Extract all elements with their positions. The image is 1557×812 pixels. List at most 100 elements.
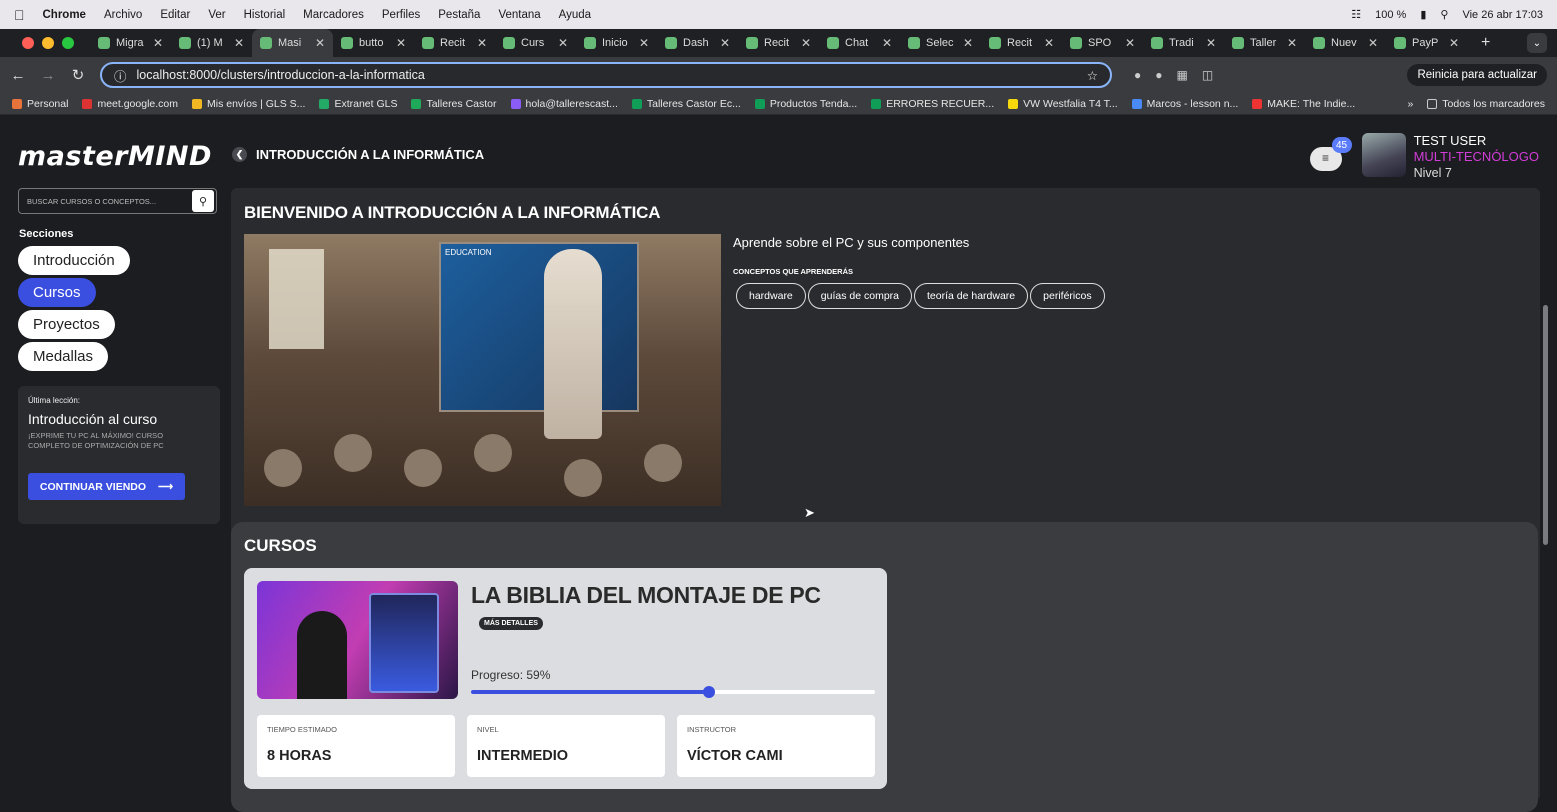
browser-tab[interactable]: Dash ✕	[657, 29, 738, 57]
close-tab-icon[interactable]: ✕	[639, 36, 649, 50]
close-tab-icon[interactable]: ✕	[1368, 36, 1378, 50]
url-text[interactable]: localhost:8000/clusters/introduccion-a-l…	[137, 68, 1077, 82]
menu-marcadores[interactable]: Marcadores	[303, 9, 364, 21]
tag-guias-de-compra[interactable]: guías de compra	[807, 283, 912, 309]
bookmark-item[interactable]: Mis envíos | GLS S...	[192, 98, 305, 110]
menu-app[interactable]: Chrome	[43, 9, 86, 21]
browser-tab[interactable]: Selec ✕	[900, 29, 981, 57]
minimize-window-button[interactable]	[42, 37, 54, 49]
course-card[interactable]: LA BIBLIA DEL MONTAJE DE PC MÁS DETALLES…	[244, 568, 887, 789]
section-introduccion[interactable]: Introducción	[18, 246, 130, 275]
url-field[interactable]: ⓘ localhost:8000/clusters/introduccion-a…	[100, 62, 1112, 88]
zoom-window-button[interactable]	[62, 37, 74, 49]
menu-historial[interactable]: Historial	[244, 9, 286, 21]
bookmarks-overflow-icon[interactable]: »	[1407, 98, 1413, 110]
close-tab-icon[interactable]: ✕	[234, 36, 244, 50]
more-details-button[interactable]: MÁS DETALLES	[479, 617, 543, 630]
browser-tab[interactable]: (1) M ✕	[171, 29, 252, 57]
close-window-button[interactable]	[22, 37, 34, 49]
battery-icon[interactable]: ▮	[1420, 8, 1426, 21]
menu-ventana[interactable]: Ventana	[498, 9, 540, 21]
bookmark-item[interactable]: Personal	[12, 98, 68, 110]
close-tab-icon[interactable]: ✕	[315, 36, 325, 50]
close-tab-icon[interactable]: ✕	[1206, 36, 1216, 50]
scrollbar[interactable]	[1543, 305, 1548, 545]
browser-tab[interactable]: Chat ✕	[819, 29, 900, 57]
browser-tab[interactable]: Migra ✕	[90, 29, 171, 57]
close-tab-icon[interactable]: ✕	[1287, 36, 1297, 50]
menu-ver[interactable]: Ver	[208, 9, 225, 21]
close-tab-icon[interactable]: ✕	[882, 36, 892, 50]
close-tab-icon[interactable]: ✕	[558, 36, 568, 50]
course-thumbnail[interactable]	[257, 581, 458, 699]
browser-tab[interactable]: Inicio ✕	[576, 29, 657, 57]
browser-tab[interactable]: PayP ✕	[1386, 29, 1467, 57]
site-info-icon[interactable]: ⓘ	[114, 66, 127, 85]
section-medallas[interactable]: Medallas	[18, 342, 109, 371]
bookmark-item[interactable]: hola@tallerescast...	[510, 98, 618, 110]
close-tab-icon[interactable]: ✕	[1125, 36, 1135, 50]
extension-icon[interactable]: ●	[1134, 68, 1141, 82]
close-tab-icon[interactable]: ✕	[963, 36, 973, 50]
reload-icon[interactable]: ↻	[70, 66, 86, 84]
site-logo[interactable]: masterMIND	[18, 141, 212, 172]
forward-icon[interactable]: →	[40, 67, 56, 84]
tag-hardware[interactable]: hardware	[736, 283, 806, 309]
browser-tab[interactable]: Masi ✕	[252, 29, 333, 57]
bookmark-item[interactable]: Talleres Castor	[411, 98, 497, 110]
search-icon[interactable]: ⚲	[1440, 8, 1448, 21]
menu-archivo[interactable]: Archivo	[104, 9, 142, 21]
bookmark-item[interactable]: VW Westfalia T4 T...	[1008, 98, 1118, 110]
bookmark-item[interactable]: Extranet GLS	[319, 98, 397, 110]
close-tab-icon[interactable]: ✕	[1449, 36, 1459, 50]
browser-tab[interactable]: Recit ✕	[414, 29, 495, 57]
back-arrow-icon[interactable]: ❮	[232, 147, 247, 162]
browser-tab[interactable]: Taller ✕	[1224, 29, 1305, 57]
browser-tab[interactable]: Curs ✕	[495, 29, 576, 57]
new-tab-button[interactable]: +	[1481, 34, 1490, 52]
section-proyectos[interactable]: Proyectos	[18, 310, 115, 339]
close-tab-icon[interactable]: ✕	[1044, 36, 1054, 50]
menu-pestana[interactable]: Pestaña	[438, 9, 480, 21]
course-title[interactable]: LA BIBLIA DEL MONTAJE DE PC	[471, 582, 821, 609]
all-bookmarks[interactable]: Todos los marcadores	[1427, 98, 1545, 110]
close-tab-icon[interactable]: ✕	[153, 36, 163, 50]
browser-tab[interactable]: butto ✕	[333, 29, 414, 57]
browser-tab[interactable]: SPO ✕	[1062, 29, 1143, 57]
close-tab-icon[interactable]: ✕	[801, 36, 811, 50]
tag-teoria-de-hardware[interactable]: teoría de hardware	[914, 283, 1029, 309]
browser-tab[interactable]: Nuev ✕	[1305, 29, 1386, 57]
chat-button[interactable]: ≡ 45	[1309, 137, 1352, 171]
tab-search-icon[interactable]: ⌄	[1527, 33, 1547, 53]
bookmark-item[interactable]: Marcos - lesson n...	[1131, 98, 1238, 110]
browser-tab[interactable]: Recit ✕	[738, 29, 819, 57]
extensions-puzzle-icon[interactable]: ▦	[1177, 68, 1188, 82]
wifi-icon[interactable]: ☷	[1351, 8, 1361, 21]
section-cursos[interactable]: Cursos	[18, 278, 96, 307]
apple-icon[interactable]: 	[14, 7, 25, 23]
search-button[interactable]: ⚲	[192, 190, 214, 212]
close-tab-icon[interactable]: ✕	[477, 36, 487, 50]
back-icon[interactable]: ←	[10, 67, 26, 84]
menu-perfiles[interactable]: Perfiles	[382, 9, 420, 21]
bookmark-item[interactable]: Productos Tenda...	[754, 98, 857, 110]
bookmark-item[interactable]: Talleres Castor Ec...	[631, 98, 741, 110]
browser-tab[interactable]: Tradi ✕	[1143, 29, 1224, 57]
close-tab-icon[interactable]: ✕	[396, 36, 406, 50]
tag-perifericos[interactable]: periféricos	[1030, 283, 1105, 309]
bookmark-star-icon[interactable]: ☆	[1087, 68, 1098, 83]
restart-update-button[interactable]: Reinicia para actualizar	[1407, 64, 1547, 86]
continue-button[interactable]: CONTINUAR VIENDO ⟶	[28, 473, 185, 500]
extension-icon[interactable]: ●	[1155, 68, 1162, 82]
bookmark-item[interactable]: meet.google.com	[82, 98, 178, 110]
bookmark-item[interactable]: MAKE: The Indie...	[1252, 98, 1355, 110]
search-input[interactable]	[19, 196, 192, 206]
side-panel-icon[interactable]: ◫	[1202, 68, 1213, 82]
avatar[interactable]	[1361, 133, 1406, 177]
bookmark-item[interactable]: ERRORES RECUER...	[871, 98, 994, 110]
clock[interactable]: Vie 26 abr 17:03	[1462, 9, 1543, 21]
menu-editar[interactable]: Editar	[160, 9, 190, 21]
menu-ayuda[interactable]: Ayuda	[559, 9, 591, 21]
close-tab-icon[interactable]: ✕	[720, 36, 730, 50]
browser-tab[interactable]: Recit ✕	[981, 29, 1062, 57]
